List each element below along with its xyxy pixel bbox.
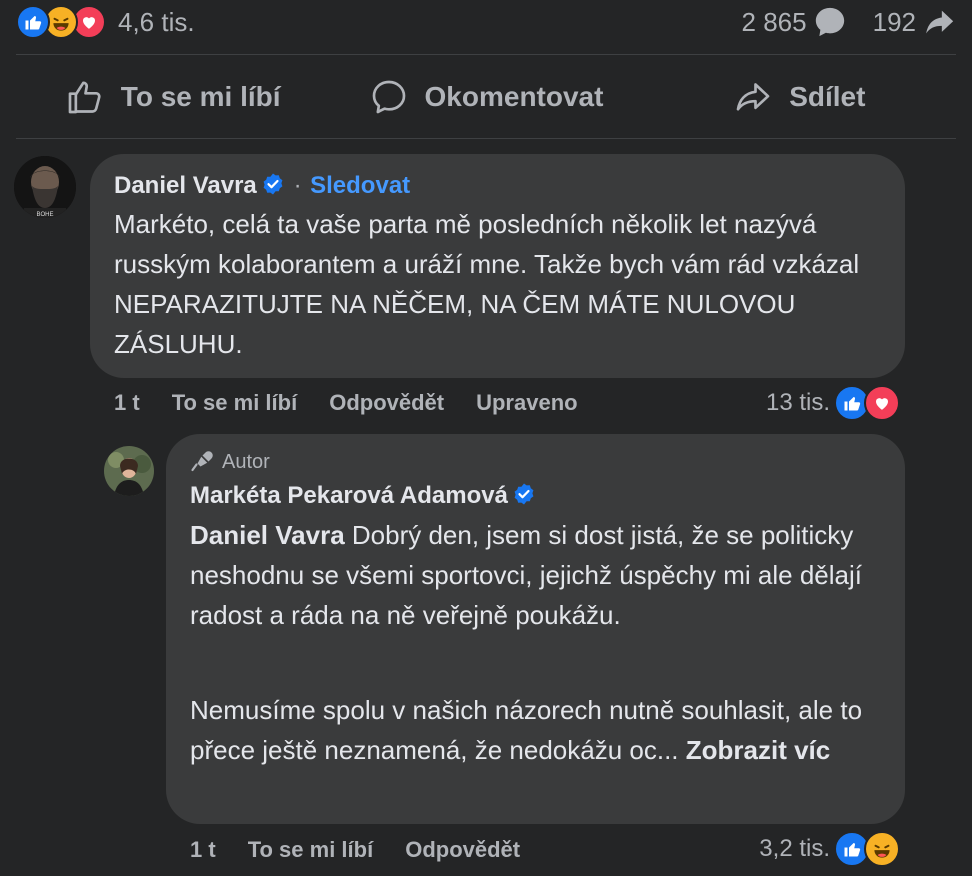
comment-timestamp[interactable]: 1 t <box>114 390 140 416</box>
shares-stat[interactable]: 192 <box>873 5 956 39</box>
svg-text:BOHE: BOHE <box>36 212 53 218</box>
avatar-image <box>104 446 154 496</box>
comment-edited-label[interactable]: Upraveno <box>476 390 577 416</box>
avatar-marketa-pekarova-adamova[interactable] <box>104 446 154 496</box>
reply-text-paragraph-2: Nemusíme spolu v našich názorech nutně s… <box>190 690 870 770</box>
reply-text-paragraph-1: Daniel Vavra Dobrý den, jsem si dost jis… <box>190 515 870 635</box>
verified-badge-icon <box>263 173 283 195</box>
comment-text: Markéto, celá ta vaše parta mě posledníc… <box>114 209 860 359</box>
comment-button-label: Okomentovat <box>424 81 604 112</box>
reactions-summary[interactable]: 4,6 tis. <box>16 4 195 40</box>
comment-bubble-icon <box>815 7 844 37</box>
comment-bubble: Daniel Vavra · Sledovat Markéto, celá ta… <box>90 154 905 378</box>
share-button[interactable]: Sdílet <box>643 58 956 136</box>
see-more-link[interactable]: Zobrazit víc <box>686 735 830 765</box>
mention-link[interactable]: Daniel Vavra <box>190 520 345 550</box>
share-arrow-icon <box>926 10 954 34</box>
reply-bubble: Autor Markéta Pekarová Adamová Daniel Va… <box>166 434 905 824</box>
like-button[interactable]: To se mi líbí <box>16 58 329 136</box>
comments-stat[interactable]: 2 865 <box>742 5 847 39</box>
reply-actions: 1 t To se mi líbí Odpovědět <box>190 835 552 865</box>
divider <box>16 138 956 139</box>
avatar-image: BOHE <box>14 156 76 218</box>
post-action-bar: To se mi líbí Okomentovat Sdílet <box>16 58 956 136</box>
love-icon <box>864 385 900 421</box>
comment-actions: 1 t To se mi líbí Odpovědět Upraveno <box>114 388 610 418</box>
avatar-daniel-vavra[interactable]: BOHE <box>14 156 76 218</box>
author-badge: Autor <box>190 450 270 474</box>
thumbs-up-icon <box>68 81 101 114</box>
divider <box>16 54 956 55</box>
author-badge-label: Autor <box>222 450 270 473</box>
comment-icon <box>372 80 405 114</box>
comments-count[interactable]: 2 865 <box>742 7 807 38</box>
reply-reply-button[interactable]: Odpovědět <box>405 837 520 863</box>
post-stats: 2 865 192 <box>742 4 956 40</box>
comment-reaction-count: 13 tis. <box>765 389 830 416</box>
reaction-icons <box>16 5 106 39</box>
reply-like-button[interactable]: To se mi líbí <box>248 837 374 863</box>
reply-reaction-count: 3,2 tis. <box>759 835 830 862</box>
follow-button[interactable]: Sledovat <box>310 172 410 199</box>
comment-reply-button[interactable]: Odpovědět <box>329 390 444 416</box>
verified-badge-icon <box>515 483 534 505</box>
share-icon <box>736 83 770 111</box>
haha-icon <box>864 831 900 867</box>
microphone-icon <box>191 451 213 472</box>
comment-header: Daniel Vavra · Sledovat <box>114 172 410 200</box>
reply-header: Markéta Pekarová Adamová <box>190 482 536 510</box>
reply-author-name[interactable]: Markéta Pekarová Adamová <box>190 482 508 509</box>
comment-button[interactable]: Okomentovat <box>329 58 642 136</box>
share-button-label: Sdílet <box>789 81 866 112</box>
reply-timestamp[interactable]: 1 t <box>190 837 216 863</box>
reply-reactions[interactable]: 3,2 tis. <box>759 830 900 868</box>
shares-count[interactable]: 192 <box>873 7 916 38</box>
comment-author-name[interactable]: Daniel Vavra <box>114 172 257 199</box>
comment-reactions[interactable]: 13 tis. <box>766 384 900 422</box>
like-button-label: To se mi líbí <box>120 81 281 112</box>
separator-dot: · <box>293 172 302 199</box>
like-icon <box>16 5 50 39</box>
comment-like-button[interactable]: To se mi líbí <box>172 390 298 416</box>
reactions-count[interactable]: 4,6 tis. <box>118 7 195 38</box>
